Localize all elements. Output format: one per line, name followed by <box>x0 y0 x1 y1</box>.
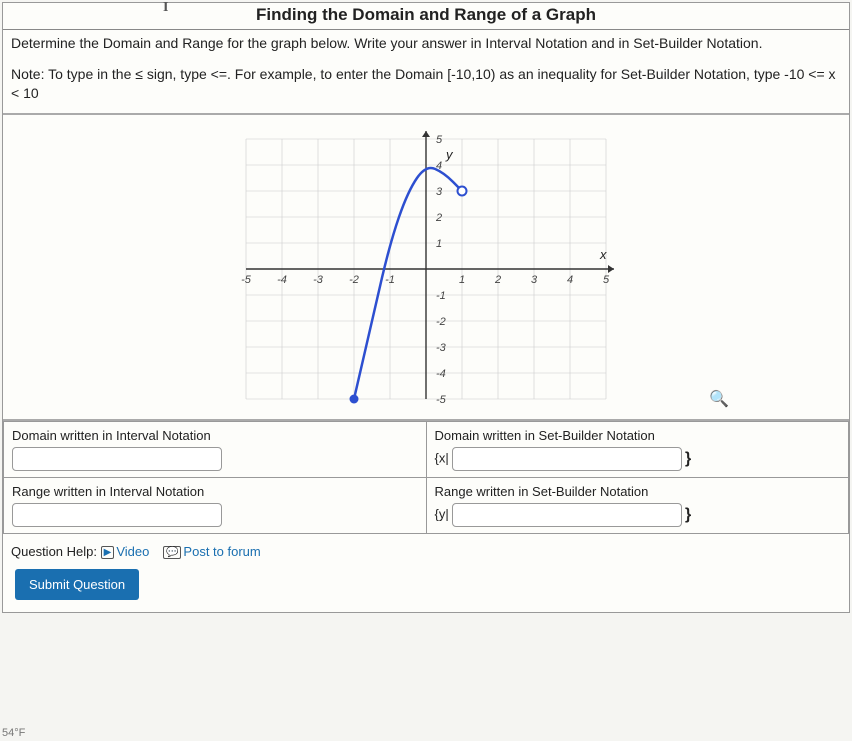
video-link[interactable]: ▶Video <box>101 544 153 559</box>
forum-link[interactable]: 💬Post to forum <box>163 544 261 559</box>
domain-interval-input[interactable] <box>12 447 222 471</box>
graph-plot: -5-4-3-2-112345-5-4-3-2-112345xy 🔍 <box>3 113 849 421</box>
svg-text:-1: -1 <box>436 290 446 302</box>
domain-set-cell: Domain written in Set-Builder Notation {… <box>426 421 849 477</box>
text-cursor-icon: I <box>163 0 168 16</box>
instructions-text: Determine the Domain and Range for the g… <box>3 29 849 57</box>
svg-text:-5: -5 <box>241 274 252 286</box>
leq-symbol: ≤ <box>135 66 143 82</box>
range-interval-cell: Range written in Interval Notation <box>4 477 427 533</box>
domain-set-suffix: } <box>685 450 691 468</box>
question-help-row: Question Help: ▶Video 💬Post to forum <box>3 534 849 569</box>
range-set-prefix: {y| <box>435 506 449 521</box>
magnify-icon[interactable]: 🔍 <box>709 389 729 409</box>
video-text: Video <box>116 544 149 559</box>
question-container: I Finding the Domain and Range of a Grap… <box>2 2 850 613</box>
svg-text:4: 4 <box>567 274 573 286</box>
svg-text:-4: -4 <box>436 368 446 380</box>
range-set-input[interactable] <box>452 503 682 527</box>
play-icon: ▶ <box>101 546 115 559</box>
svg-text:5: 5 <box>436 134 443 146</box>
svg-text:-3: -3 <box>313 274 324 286</box>
range-set-suffix: } <box>685 506 691 524</box>
svg-text:-2: -2 <box>349 274 359 286</box>
svg-text:-1: -1 <box>385 274 395 286</box>
svg-text:-3: -3 <box>436 342 447 354</box>
domain-interval-cell: Domain written in Interval Notation <box>4 421 427 477</box>
range-interval-input[interactable] <box>12 503 222 527</box>
domain-set-prefix: {x| <box>435 450 449 465</box>
svg-text:y: y <box>445 147 454 162</box>
coordinate-plane: -5-4-3-2-112345-5-4-3-2-112345xy <box>216 119 636 419</box>
svg-text:1: 1 <box>459 274 465 286</box>
svg-text:2: 2 <box>435 212 442 224</box>
svg-text:x: x <box>599 247 607 262</box>
submit-button[interactable]: Submit Question <box>15 569 139 600</box>
svg-text:2: 2 <box>494 274 501 286</box>
help-label: Question Help: <box>11 544 97 559</box>
note-text: Note: To type in the ≤ sign, type <=. Fo… <box>3 57 849 113</box>
section-title: I Finding the Domain and Range of a Grap… <box>3 3 849 29</box>
domain-set-label: Domain written in Set-Builder Notation <box>435 428 841 443</box>
domain-set-input[interactable] <box>452 447 682 471</box>
svg-text:5: 5 <box>603 274 610 286</box>
svg-text:3: 3 <box>436 186 443 198</box>
chat-icon: 💬 <box>163 546 181 559</box>
title-text: Finding the Domain and Range of a Graph <box>256 5 596 24</box>
taskbar-weather: 54°F <box>2 727 25 739</box>
range-set-label: Range written in Set-Builder Notation <box>435 484 841 499</box>
svg-text:-2: -2 <box>436 316 446 328</box>
svg-text:1: 1 <box>436 238 442 250</box>
note-prefix: Note: To type in the <box>11 66 135 82</box>
svg-text:-5: -5 <box>436 394 447 406</box>
svg-text:3: 3 <box>531 274 538 286</box>
answers-table: Domain written in Interval Notation Doma… <box>3 421 849 534</box>
domain-interval-label: Domain written in Interval Notation <box>12 428 418 443</box>
range-interval-label: Range written in Interval Notation <box>12 484 418 499</box>
forum-text: Post to forum <box>183 544 260 559</box>
range-set-cell: Range written in Set-Builder Notation {y… <box>426 477 849 533</box>
svg-text:-4: -4 <box>277 274 287 286</box>
